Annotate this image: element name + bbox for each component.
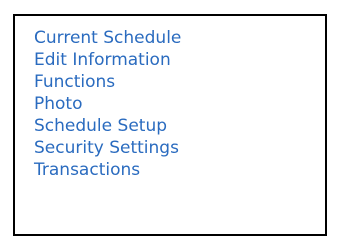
menu-link-schedule-setup[interactable]: Schedule Setup — [34, 115, 181, 137]
menu-link-photo[interactable]: Photo — [34, 93, 181, 115]
menu-link-current-schedule[interactable]: Current Schedule — [34, 27, 181, 49]
menu-link-transactions[interactable]: Transactions — [34, 159, 181, 181]
menu-link-functions[interactable]: Functions — [34, 71, 181, 93]
menu-link-edit-information[interactable]: Edit Information — [34, 49, 181, 71]
navigation-menu-panel: Current Schedule Edit Information Functi… — [13, 14, 327, 236]
menu-link-security-settings[interactable]: Security Settings — [34, 137, 181, 159]
navigation-menu-list: Current Schedule Edit Information Functi… — [34, 27, 181, 181]
